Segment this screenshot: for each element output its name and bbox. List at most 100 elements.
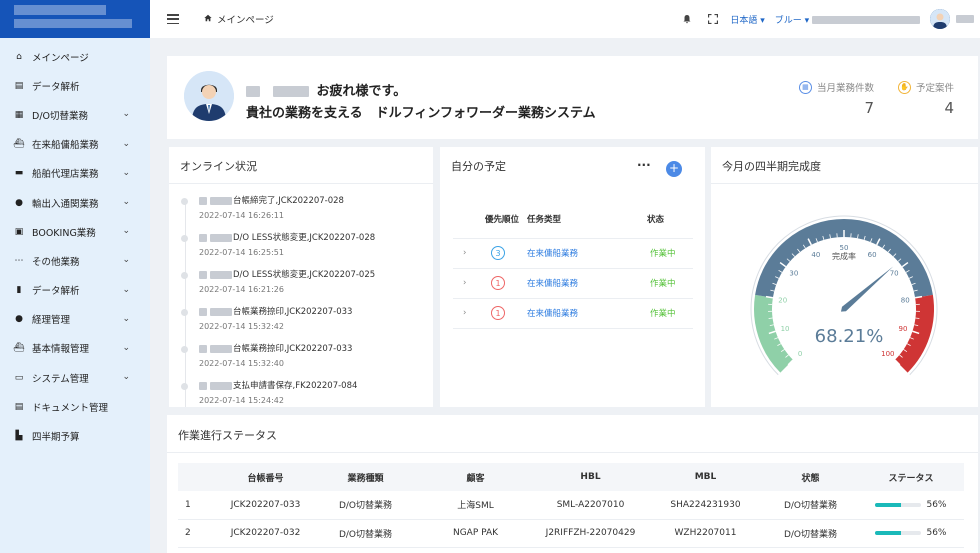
breadcrumb[interactable]: メインページ [204,12,274,26]
cell-state: D/O切替業務 [763,491,858,520]
gauge-tick-label: 50 [840,244,849,252]
timeline-action: D/O LESS状態変更,JCK202207-025 [233,270,376,280]
sidebar-item[interactable]: ▙ 四半期予算 [0,421,150,450]
quarter-completion-card: 今月の四半期完成度 0 10 20 30 40 50 60 70 80 90 100 完成率 68.21… [711,147,978,407]
sidebar-item-label: 基本情報管理 [32,344,90,356]
company-logo[interactable] [0,0,150,38]
home-icon [204,14,212,25]
gauge-tick-label: 0 [798,350,802,358]
chevron-down-icon: ⌄ [122,342,130,353]
cell-hbl: SML-A2207010 [533,491,648,520]
add-schedule-button[interactable]: + [666,161,682,177]
sidebar-item[interactable]: ● 経理管理 ⌄ [0,305,150,334]
cell-customer: NGAP PAK [418,519,533,548]
task-type-link[interactable]: 在来傭船業務 [527,309,578,319]
cell-ledger: JCK202207-033 [218,491,313,520]
timeline-action: 台帳締完了,JCK202207-028 [233,196,344,206]
chevron-down-icon: ⌄ [122,167,130,178]
column-header: MBL [648,463,763,491]
card-title: 自分の予定 [451,160,506,173]
username-redacted [210,270,232,279]
progress-table: 台帳番号 業務種類 顧客 HBL MBL 状態 ステータス 1 JCK202207-033 D/… [178,463,964,548]
sidebar-item[interactable]: ▦ D/O切替業務 ⌄ [0,100,150,129]
sidebar-item-label: 船舶代理店業務 [32,169,99,181]
theme-user-select[interactable]: ブルー ▾ [775,13,920,26]
task-type-link[interactable]: 在来傭船業務 [527,249,578,259]
timeline-time: 2022-07-14 15:32:40 [199,359,284,368]
task-type-link[interactable]: 在来傭船業務 [527,279,578,289]
timeline-dot [181,198,188,205]
menu-toggle-icon[interactable] [167,14,179,24]
user-icon: ● [15,197,23,208]
sidebar-item[interactable]: ⋯ その他業務 ⌄ [0,246,150,275]
priority-badge: 3 [491,246,505,260]
column-header: HBL [533,463,648,491]
schedule-row[interactable]: › 3 在来傭船業務 作業中 [453,238,693,269]
chevron-down-icon: ⌄ [122,255,130,266]
priority-badge: 1 [491,306,505,320]
home-icon: ⌂ [16,51,22,62]
progress-indicator: 56% [858,528,964,538]
sidebar-item-label: 四半期予算 [32,432,80,444]
booking-icon: ▣ [14,226,24,237]
username-redacted [199,270,207,279]
timeline-time: 2022-07-14 16:26:11 [199,211,284,220]
user-extra-redacted [956,15,974,23]
progress-bar-fill [875,531,902,535]
chevron-right-icon[interactable]: › [453,248,466,258]
timeline-text: D/O LESS状態変更,JCK202207-025 [199,268,375,280]
username-redacted [199,344,207,353]
theme-label: ブルー [774,15,802,26]
table-row[interactable]: 1 JCK202207-033 D/O切替業務 上海SML SML-A2207010 SH… [178,491,964,520]
sidebar-item[interactable]: ⛴ 基本情報管理 ⌄ [0,334,150,363]
fullscreen-icon[interactable] [708,14,719,24]
sidebar-item[interactable]: ▤ ドキュメント管理 [0,392,150,421]
bell-icon[interactable] [682,14,692,24]
sidebar-item[interactable]: ⌂ メインページ [0,42,150,71]
chevron-right-icon[interactable]: › [453,278,466,288]
gauge-tick-label: 80 [901,296,910,304]
col-status: 状态 [647,200,693,239]
sidebar-item-label: データ解析 [32,81,80,93]
username-redacted [210,196,232,205]
sidebar-item-label: その他業務 [32,256,80,268]
language-label: 日本語 [730,15,758,26]
sidebar-item[interactable]: ● 輸出入通関業務 ⌄ [0,188,150,217]
schedule-table: 優先順位 任务类型 状态 › 3 在来傭船業務 作業中 › 1 在来傭船業務 作業中 › 1 在来傭… [453,200,693,329]
sidebar-item-label: ドキュメント管理 [32,402,109,414]
more-icon[interactable]: ··· [637,158,651,172]
sidebar-item[interactable]: ▮ データ解析 ⌄ [0,276,150,305]
sidebar-item-label: BOOKING業務 [32,227,96,239]
task-status: 作業中 [650,249,676,259]
card-title: 作業進行ステータス [178,429,277,442]
sidebar-item[interactable]: ▭ システム管理 ⌄ [0,363,150,392]
chevron-right-icon[interactable]: › [453,308,466,318]
column-header: 状態 [763,463,858,491]
username-redacted [272,86,309,97]
language-select[interactable]: 日本語 ▾ [730,13,764,26]
chevron-down-icon: ⌄ [122,109,130,120]
bar-chart-icon: ▮ [16,285,22,296]
stat-value: 4 [944,99,954,117]
task-status: 作業中 [650,279,676,289]
ship-icon: ⛴ [13,139,25,150]
gauge-tick-label: 70 [890,270,899,278]
schedule-row[interactable]: › 1 在来傭船業務 作業中 [453,268,693,299]
timeline-time: 2022-07-14 16:21:26 [199,285,284,294]
work-progress-card: 作業進行ステータス 台帳番号 業務種類 顧客 HBL MBL 状態 ステータス 1 JCK20… [167,415,978,553]
col-priority: 優先順位 [485,200,527,239]
sidebar-item-label: 輸出入通関業務 [32,198,99,210]
schedule-row[interactable]: › 1 在来傭船業務 作業中 [453,298,693,329]
sidebar-item[interactable]: ▬ 船舶代理店業務 ⌄ [0,159,150,188]
sidebar-item[interactable]: ▤ データ解析 [0,71,150,100]
sidebar-item[interactable]: ⛴ 在来船傭船業務 ⌄ [0,130,150,159]
table-row[interactable]: 2 JCK202207-032 D/O切替業務 NGAP PAK J2RIFFZH-22… [178,519,964,548]
timeline-dot [181,383,188,390]
budget-icon: ▙ [15,431,23,442]
sidebar-item[interactable]: ▣ BOOKING業務 ⌄ [0,217,150,246]
user-avatar[interactable] [930,9,950,29]
welcome-card: お疲れ様です。 貴社の業務を支える ドルフィンフォワーダー業務システム ▦ 当月業… [167,56,978,139]
progress-bar-fill [875,502,902,507]
username-redacted [199,307,207,316]
stat-label: 予定案件 [915,83,954,94]
